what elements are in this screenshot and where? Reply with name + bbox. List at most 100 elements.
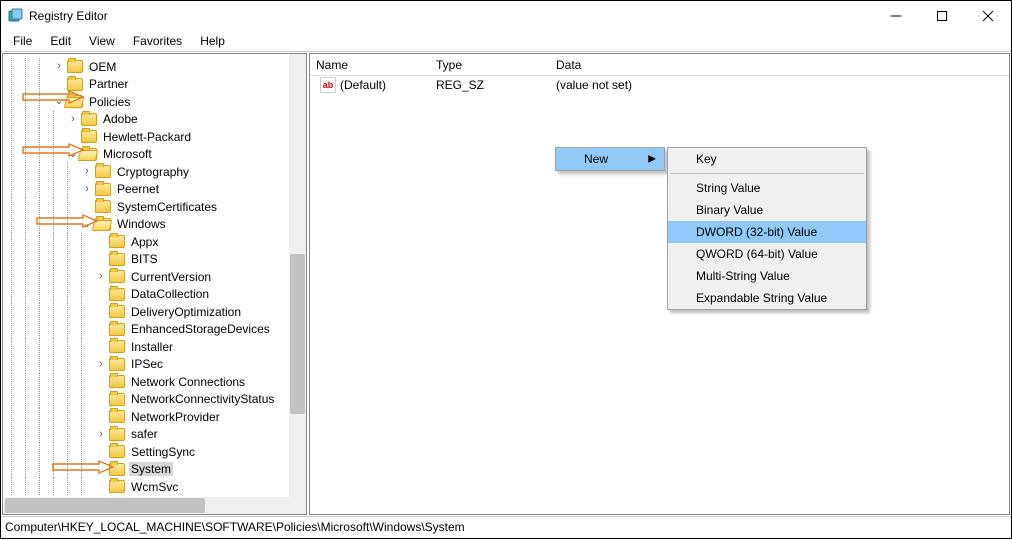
folder-closed-icon xyxy=(109,375,125,388)
tree-item[interactable]: › OEM xyxy=(3,58,306,76)
folder-open-icon xyxy=(81,148,97,161)
menu-edit[interactable]: Edit xyxy=(42,32,79,50)
folder-closed-icon xyxy=(109,253,125,266)
tree-item[interactable]: ⌄ Windows xyxy=(3,216,306,234)
tree-item[interactable]: DataCollection xyxy=(3,286,306,304)
string-value-icon: ab xyxy=(320,77,336,93)
tree-item[interactable]: Network Connections xyxy=(3,373,306,391)
menu-item-label: New xyxy=(584,152,608,166)
folder-closed-icon xyxy=(109,428,125,441)
folder-closed-icon xyxy=(109,358,125,371)
collapse-icon[interactable]: ⌄ xyxy=(81,219,93,230)
menu-separator xyxy=(670,173,864,174)
value-data: (value not set) xyxy=(550,75,750,95)
tree-item[interactable]: › IPSec xyxy=(3,356,306,374)
column-name[interactable]: Name xyxy=(310,55,430,75)
menu-view[interactable]: View xyxy=(81,32,123,50)
tree-item-label: Cryptography xyxy=(115,165,191,179)
status-bar: Computer\HKEY_LOCAL_MACHINE\SOFTWARE\Pol… xyxy=(1,516,1011,538)
tree-item-label: IPSec xyxy=(129,357,165,371)
maximize-button[interactable] xyxy=(919,1,965,31)
folder-closed-icon xyxy=(95,200,111,213)
scrollbar-thumb[interactable] xyxy=(5,498,205,513)
column-type[interactable]: Type xyxy=(430,55,550,75)
folder-closed-icon xyxy=(109,410,125,423)
minimize-button[interactable] xyxy=(873,1,919,31)
expand-icon[interactable]: › xyxy=(67,114,79,125)
tree-item[interactable]: ›safer xyxy=(3,426,306,444)
folder-closed-icon xyxy=(109,393,125,406)
tree-item[interactable]: Partner xyxy=(3,76,306,94)
menu-bar: File Edit View Favorites Help xyxy=(1,31,1011,51)
scrollbar-thumb[interactable] xyxy=(290,254,305,414)
context-menu: New ▶ xyxy=(555,147,665,171)
menu-item[interactable]: Multi-String Value xyxy=(668,265,866,287)
app-icon xyxy=(7,8,23,24)
tree-item[interactable]: ›Peernet xyxy=(3,181,306,199)
tree-item-label: CurrentVersion xyxy=(129,270,213,284)
folder-closed-icon xyxy=(67,60,83,73)
menu-favorites[interactable]: Favorites xyxy=(125,32,190,50)
menu-help[interactable]: Help xyxy=(192,32,233,50)
menu-item[interactable]: DWORD (32-bit) Value xyxy=(668,221,866,243)
folder-closed-icon xyxy=(109,270,125,283)
tree-item[interactable]: BITS xyxy=(3,251,306,269)
tree-item-label: Network Connections xyxy=(129,375,247,389)
folder-closed-icon xyxy=(95,165,111,178)
menu-file[interactable]: File xyxy=(5,32,40,50)
tree-item[interactable]: System xyxy=(3,461,306,479)
value-name: (Default) xyxy=(340,78,386,92)
tree-item[interactable]: SettingSync xyxy=(3,443,306,461)
menu-item[interactable]: Expandable String Value xyxy=(668,287,866,309)
tree-item[interactable]: NetworkProvider xyxy=(3,408,306,426)
expand-icon[interactable]: › xyxy=(95,271,107,282)
tree-item[interactable]: ⌄Policies xyxy=(3,93,306,111)
tree-item[interactable]: Installer xyxy=(3,338,306,356)
tree-item[interactable]: › CurrentVersion xyxy=(3,268,306,286)
tree-item-label: NetworkProvider xyxy=(129,410,222,424)
tree-pane: › OEM Partner⌄Policies›AdobeHewlett-Packar… xyxy=(2,53,307,515)
folder-open-icon xyxy=(95,218,111,231)
menu-item[interactable]: String Value xyxy=(668,177,866,199)
tree-item[interactable]: SystemCertificates xyxy=(3,198,306,216)
expand-icon[interactable]: › xyxy=(81,184,93,195)
tree-item-label: OEM xyxy=(87,60,118,74)
tree-item[interactable]: WcmSvc xyxy=(3,478,306,496)
tree-item[interactable]: Appx xyxy=(3,233,306,251)
tree-item[interactable]: DeliveryOptimization xyxy=(3,303,306,321)
folder-open-icon xyxy=(67,95,83,108)
tree-item-label: Installer xyxy=(129,340,175,354)
tree-item[interactable]: ⌄Microsoft xyxy=(3,146,306,164)
expand-icon[interactable]: › xyxy=(95,359,107,370)
title-bar: Registry Editor xyxy=(1,1,1011,31)
tree-item[interactable]: Hewlett-Packard xyxy=(3,128,306,146)
list-row[interactable]: ab (Default) REG_SZ(value not set) xyxy=(310,76,1009,94)
expand-icon[interactable]: › xyxy=(95,429,107,440)
context-menu-new[interactable]: New ▶ xyxy=(556,148,664,170)
tree-item[interactable]: ›Adobe xyxy=(3,111,306,129)
value-type: REG_SZ xyxy=(430,75,550,95)
tree-item-label: BITS xyxy=(129,252,160,266)
menu-item[interactable]: Key xyxy=(668,148,866,170)
tree-item-label: Hewlett-Packard xyxy=(101,130,193,144)
submenu-arrow-icon: ▶ xyxy=(648,154,656,165)
menu-item[interactable]: Binary Value xyxy=(668,199,866,221)
tree-horizontal-scrollbar[interactable] xyxy=(3,497,289,514)
tree-item-label: EnhancedStorageDevices xyxy=(129,322,272,336)
folder-closed-icon xyxy=(109,305,125,318)
column-data[interactable]: Data xyxy=(550,55,750,75)
tree-item-label: Windows xyxy=(115,217,168,231)
collapse-icon[interactable]: ⌄ xyxy=(67,149,79,160)
tree-item[interactable]: EnhancedStorageDevices xyxy=(3,321,306,339)
tree-vertical-scrollbar[interactable] xyxy=(289,54,306,497)
tree-item[interactable]: › Cryptography xyxy=(3,163,306,181)
expand-icon[interactable]: › xyxy=(81,166,93,177)
window-title: Registry Editor xyxy=(29,9,873,23)
close-button[interactable] xyxy=(965,1,1011,31)
menu-item[interactable]: QWORD (64-bit) Value xyxy=(668,243,866,265)
tree-item-label: WcmSvc xyxy=(129,480,180,494)
expand-icon[interactable]: › xyxy=(53,61,65,72)
context-submenu-new: Key String ValueBinary ValueDWORD (32-bit… xyxy=(667,147,867,310)
tree-item[interactable]: NetworkConnectivityStatus xyxy=(3,391,306,409)
tree-item-label: SystemCertificates xyxy=(115,200,219,214)
